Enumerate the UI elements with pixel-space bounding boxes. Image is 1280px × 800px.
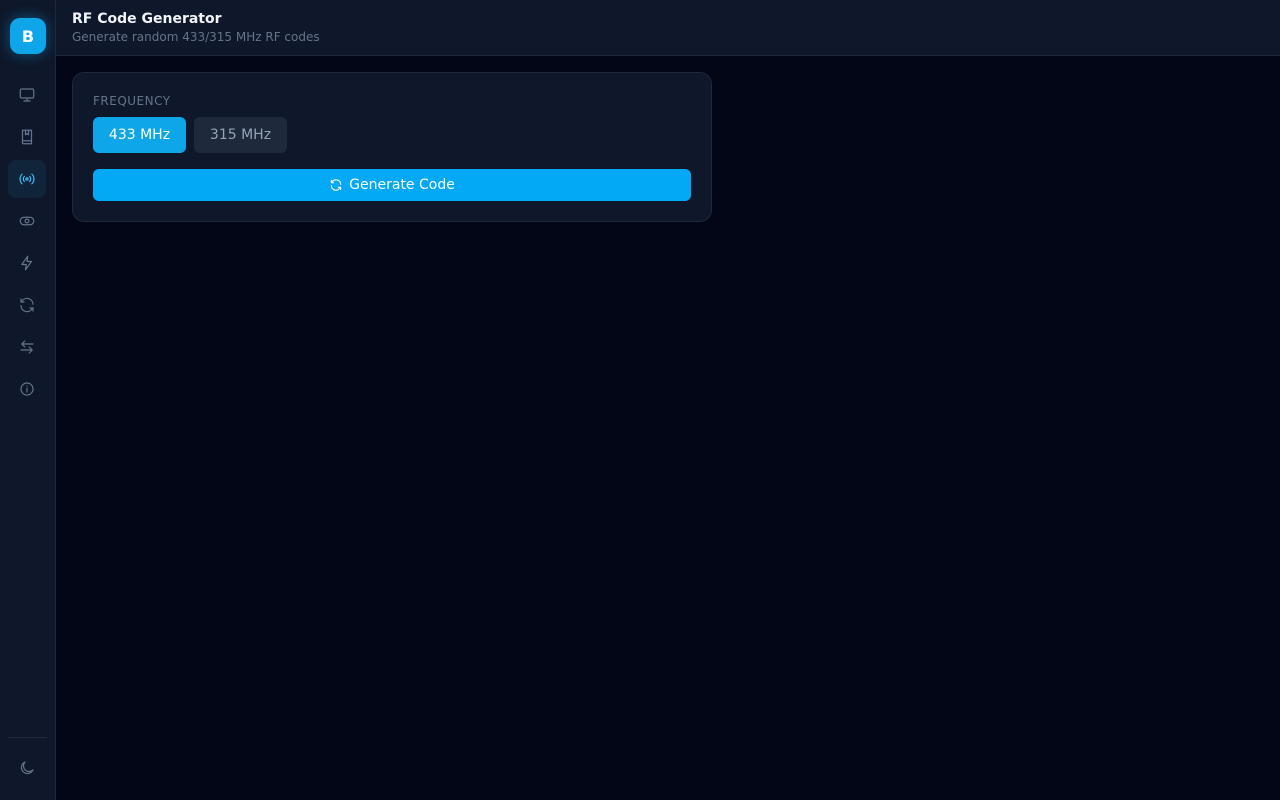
refresh-icon: [330, 179, 342, 191]
info-icon: [20, 382, 34, 396]
page-subtitle: Generate random 433/315 MHz RF codes: [72, 30, 320, 44]
theme-toggle[interactable]: [8, 749, 46, 787]
sidebar-item-info[interactable]: [8, 370, 46, 408]
frequency-315-button[interactable]: 315 MHz: [194, 117, 287, 153]
frequency-label: FREQUENCY: [93, 94, 171, 108]
sidebar-item-book[interactable]: [8, 118, 46, 156]
lightning-icon: [21, 255, 33, 271]
generate-code-label: Generate Code: [349, 177, 455, 193]
monitor-icon: [19, 88, 35, 102]
sidebar-item-toggle[interactable]: [8, 202, 46, 240]
app-logo[interactable]: B: [10, 18, 46, 54]
sidebar-item-lightning[interactable]: [8, 244, 46, 282]
sidebar-item-transfer[interactable]: [8, 328, 46, 366]
toggle-icon: [19, 216, 35, 226]
page-title: RF Code Generator: [72, 11, 222, 27]
generate-code-button[interactable]: Generate Code: [93, 169, 691, 201]
page-header: RF Code Generator Generate random 433/31…: [56, 0, 1280, 56]
sidebar-item-refresh[interactable]: [8, 286, 46, 324]
sidebar: B: [0, 0, 56, 800]
sidebar-divider: [8, 737, 47, 738]
frequency-433-button[interactable]: 433 MHz: [93, 117, 186, 153]
broadcast-icon: [19, 173, 35, 185]
sidebar-item-monitor[interactable]: [8, 76, 46, 114]
book-icon: [21, 129, 33, 145]
arrows-left-right-icon: [20, 340, 34, 354]
refresh-icon: [20, 297, 34, 313]
sidebar-item-rf[interactable]: [8, 160, 46, 198]
moon-icon: [20, 761, 34, 775]
rf-generator-card: FREQUENCY 433 MHz 315 MHz Generate Code: [72, 72, 712, 222]
